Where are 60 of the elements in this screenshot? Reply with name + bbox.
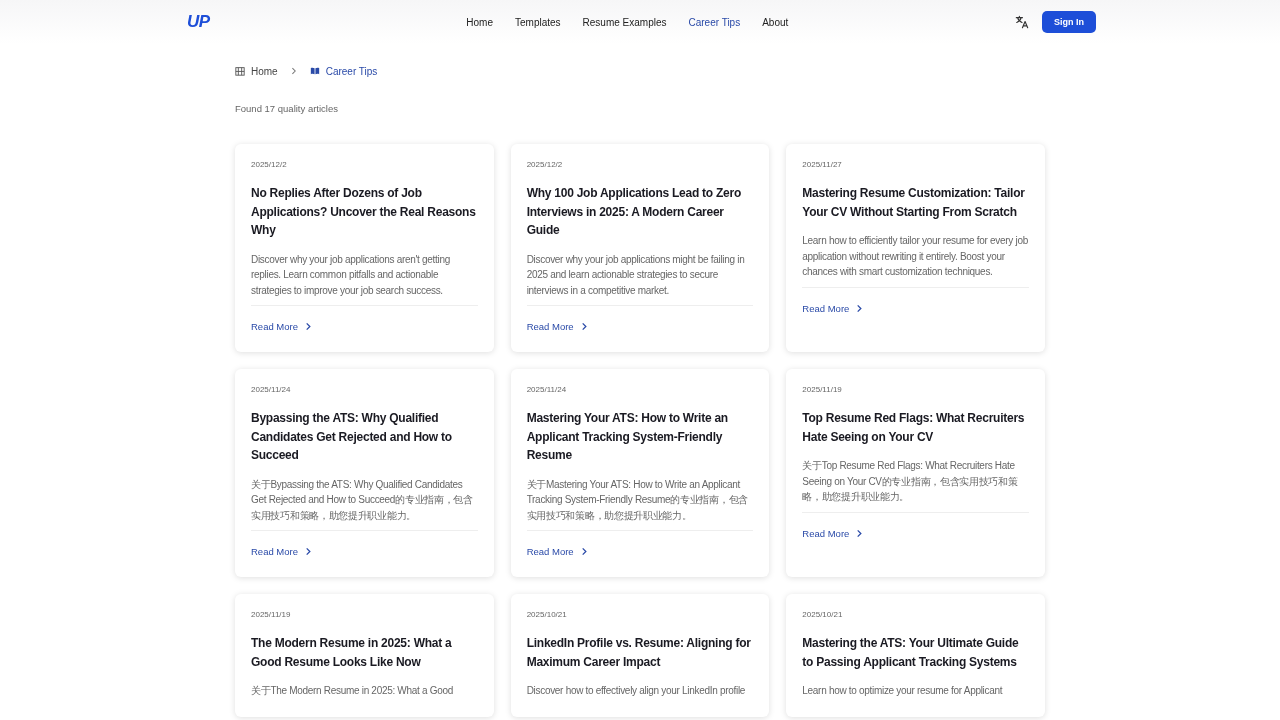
nav-link[interactable]: Resume Examples [582, 16, 667, 28]
article-card[interactable]: 2025/11/24 Bypassing the ATS: Why Qualified Candidates Get Rejected and How to Succeed 关于Bypassing the ATS: Why Qualified Candidates Get Rejected and How to Succeed的专业指南，包含实用技巧和策略，助您提升职业能力。 Read More [235, 369, 494, 577]
article-card[interactable] [235, 144, 494, 352]
nav-link[interactable]: Career Tips [688, 16, 741, 28]
article-card[interactable]: 2025/11/19 The Modern Resume in 2025: What a Good Resume Looks Like Now 关于The Modern Resume in 2025: What a Good [235, 594, 494, 717]
result-count: Found 17 quality articles [235, 103, 339, 114]
read-more-link[interactable]: Read More [802, 302, 865, 314]
nav-link[interactable]: Home [466, 16, 493, 28]
read-more-link[interactable]: Read More [526, 546, 589, 557]
article-date: 2025/12/2 [251, 160, 288, 169]
article-summary: Learn how to efficiently tailor your resume for every job application without rewriting it entirely. Boost your chances with smart customization techniques. [802, 234, 1029, 279]
read-more-link[interactable]: Read More [251, 321, 313, 332]
sign-in-button[interactable]: Sign In [1042, 11, 1096, 33]
article-date: 2025/11/19 [251, 610, 292, 619]
article-summary: Discover why your job applications aren't getting replies. Learn common pitfalls and actionable strategies to improve your job search success. [251, 252, 451, 298]
article-date: 2025/11/19 [802, 385, 843, 394]
article-card[interactable] [510, 369, 770, 577]
article-summary: 关于The Modern Resume in 2025: What a Good [251, 684, 454, 698]
article-title[interactable]: LinkedIn Profile vs. Resume: Aligning for Maximum Career Impact [526, 634, 754, 671]
article-date: 2025/11/24 [251, 385, 292, 394]
logo[interactable]: UP [187, 12, 210, 32]
article-card[interactable]: 2025/11/19 Top Resume Red Flags: What Recruiters Hate Seeing on Your CV 关于Top Resume Red Flags: What Recruiters Hate Seeing on Your CV的专业指南，包含实用技巧和策略，助您提升职业能力。 Read More [786, 369, 1045, 577]
chevron-right-icon [855, 303, 865, 313]
article-title[interactable]: The Modern Resume in 2025: What a Good Resume Looks Like Now [251, 634, 478, 671]
nav-link[interactable]: Templates [515, 16, 561, 28]
article-summary: Learn how to optimize your resume for Applicant [802, 684, 1004, 698]
article-title[interactable]: Mastering Resume Customization: Tailor Your CV Without Starting From Scratch [802, 184, 1029, 221]
read-more-link[interactable]: Read More [802, 527, 865, 539]
chevron-right-icon [855, 528, 865, 538]
article-title[interactable]: Bypassing the ATS: Why Qualified Candidates Get Rejected and How to Succeed [251, 409, 478, 465]
article-title[interactable]: No Replies After Dozens of Job Applications? Uncover the Real Reasons Why [251, 184, 478, 240]
article-summary: 关于Mastering Your ATS: How to Write an Applicant Tracking System-Friendly Resume的专业指南，包含实用技巧和策略，助您提升职业能力。 [526, 477, 749, 523]
article-date: 2025/10/21 [802, 610, 844, 619]
translate-icon[interactable] [1015, 15, 1029, 29]
breadcrumb-link[interactable]: Home [251, 65, 278, 77]
article-card[interactable]: 2025/10/21 LinkedIn Profile vs. Resume: Aligning for Maximum Career Impact Discover how to effectively align your LinkedIn profile [510, 594, 770, 717]
article-title[interactable]: Mastering Your ATS: How to Write an Applicant Tracking System-Friendly Resume [526, 409, 754, 465]
building-icon [235, 66, 245, 76]
book-icon [309, 66, 320, 76]
article-summary: Discover how to effectively align your LinkedIn profile [526, 684, 747, 698]
article-title[interactable]: Mastering the ATS: Your Ultimate Guide to Passing Applicant Tracking Systems [802, 634, 1029, 671]
read-more-link[interactable]: Read More [251, 546, 313, 557]
article-date: 2025/12/2 [526, 160, 564, 169]
article-card[interactable] [786, 144, 1045, 352]
article-date: 2025/11/24 [526, 385, 568, 394]
nav-link[interactable]: About [762, 16, 789, 28]
article-card[interactable]: 2025/10/21 Mastering the ATS: Your Ultimate Guide to Passing Applicant Tracking Systems Learn how to optimize your resume for Applicant [786, 594, 1045, 717]
article-date: 2025/11/27 [802, 160, 843, 169]
article-title[interactable]: Why 100 Job Applications Lead to Zero Interviews in 2025: A Modern Career Guide [526, 184, 754, 240]
chevron-right-icon [304, 322, 313, 331]
article-summary: 关于Top Resume Red Flags: What Recruiters Hate Seeing on Your CV的专业指南，包含实用技巧和策略，助您提升职业能力。 [802, 459, 1019, 504]
breadcrumb-link[interactable]: Career Tips [325, 65, 378, 77]
article-card[interactable] [510, 144, 770, 352]
article-summary: Discover why your job applications might be failing in 2025 and learn actionable strategies to secure interviews in a competitive market. [526, 252, 746, 298]
chevron-right-icon [304, 547, 313, 556]
chevron-right-icon [289, 67, 298, 75]
article-date: 2025/10/21 [526, 610, 568, 619]
read-more-link[interactable]: Read More [526, 321, 589, 332]
article-summary: 关于Bypassing the ATS: Why Qualified Candidates Get Rejected and How to Succeed的专业指南，包含实用技巧和策略，助您提升职业能力。 [251, 477, 474, 523]
article-title[interactable]: Top Resume Red Flags: What Recruiters Hate Seeing on Your CV [802, 409, 1029, 446]
